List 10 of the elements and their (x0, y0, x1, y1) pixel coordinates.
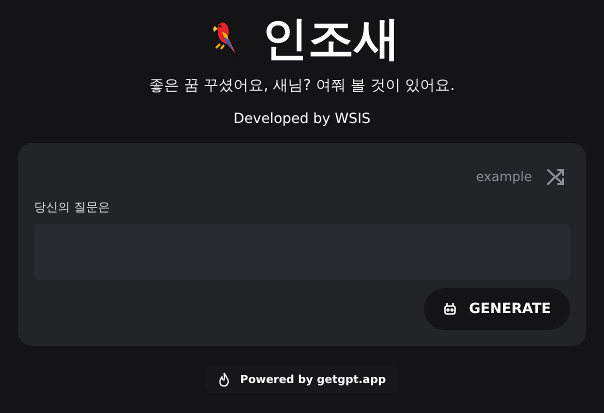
shuffle-icon[interactable] (546, 167, 566, 187)
question-label: 당신의 질문은 (34, 199, 111, 216)
subtitle: 좋은 꿈 꾸셨어요, 새님? 여쭤 볼 것이 있어요. (149, 76, 455, 95)
powered-by-badge[interactable]: Powered by getgpt.app (206, 366, 398, 393)
developer-credit: Developed by WSIS (234, 111, 370, 127)
app-title: 인조새 (262, 10, 400, 67)
example-label: example (476, 170, 532, 184)
robot-icon (443, 302, 457, 316)
generate-button[interactable]: GENERATE (424, 288, 570, 330)
flame-icon (218, 372, 230, 387)
